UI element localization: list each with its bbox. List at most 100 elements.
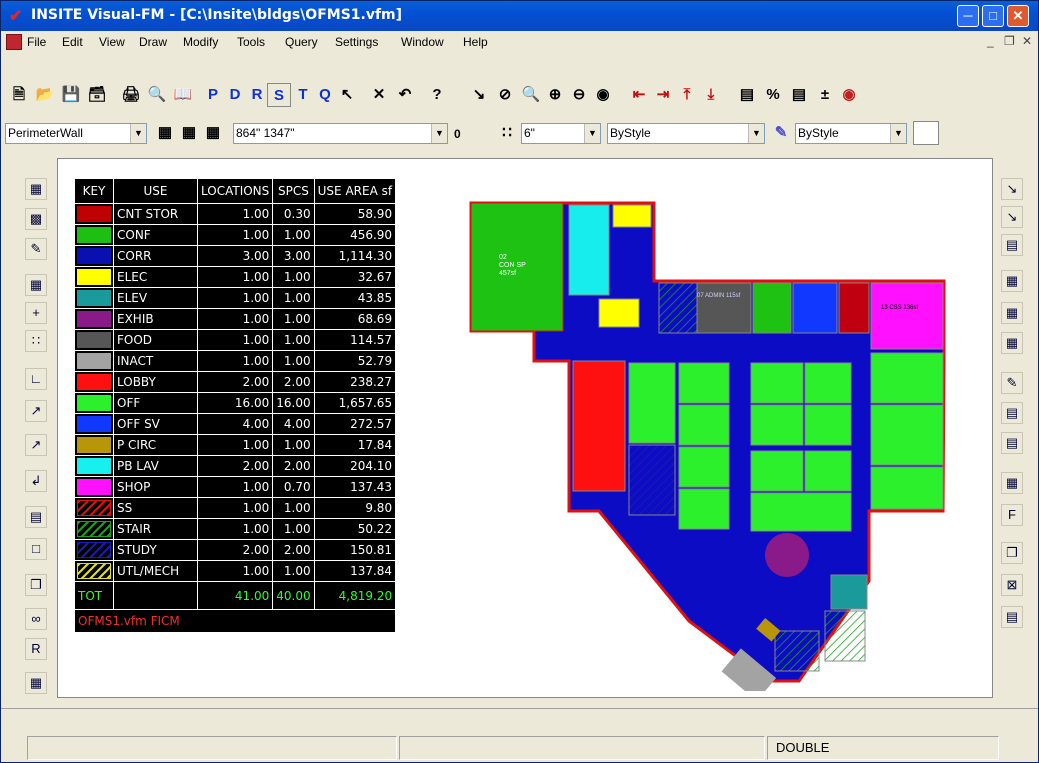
undo-icon[interactable]: ↶ <box>393 83 417 107</box>
hatch-icon[interactable]: ▤ <box>735 83 759 107</box>
room-07[interactable] <box>696 282 752 334</box>
room-08e[interactable] <box>678 446 730 488</box>
maximize-button[interactable]: □ <box>982 5 1004 27</box>
menu-tools[interactable]: Tools <box>237 35 265 49</box>
room-154[interactable] <box>870 466 944 510</box>
percent-icon[interactable]: % <box>761 83 785 107</box>
layer-select[interactable]: PerimeterWall ▼ <box>5 123 147 144</box>
zoom-icon[interactable]: 🔍 <box>519 83 543 107</box>
right-tool-11-icon[interactable]: F <box>1001 504 1023 526</box>
room-08f[interactable] <box>678 404 730 446</box>
pan-right-icon[interactable]: ⇥ <box>651 83 675 107</box>
path-tool-icon[interactable]: ↲ <box>25 470 47 492</box>
tool-r-button[interactable]: R <box>245 83 269 107</box>
zoom-window-icon[interactable]: ◉ <box>591 83 615 107</box>
right-tool-4-icon[interactable]: ▦ <box>1001 270 1023 292</box>
layer-tool-2-icon[interactable]: ▦ <box>177 121 201 145</box>
right-tool-1-icon[interactable]: ↘ <box>1001 178 1023 200</box>
room-01b[interactable] <box>628 362 676 444</box>
room-12c[interactable] <box>804 362 852 404</box>
right-tool-3-icon[interactable]: ▤ <box>1001 234 1023 256</box>
layer-tool-1-icon[interactable]: ▦ <box>153 121 177 145</box>
chart-icon[interactable]: ∟ <box>25 368 47 390</box>
right-tool-9-icon[interactable]: ▤ <box>1001 432 1023 454</box>
close-button[interactable]: ✕ <box>1007 5 1029 27</box>
tool-p-button[interactable]: P <box>201 83 225 107</box>
link-icon[interactable]: ∞ <box>25 608 47 630</box>
save-icon[interactable]: 💾 <box>59 83 83 107</box>
room-elev[interactable] <box>830 574 868 610</box>
pan-up-icon[interactable]: ⤒ <box>675 83 699 107</box>
grid-dots-icon[interactable]: ∷ <box>25 330 47 352</box>
print-preview-icon[interactable]: 🔍 <box>145 83 169 107</box>
menu-draw[interactable]: Draw <box>139 35 167 49</box>
right-tool-7-icon[interactable]: ✎ <box>1001 372 1023 394</box>
zoom-out-icon[interactable]: ⊖ <box>567 83 591 107</box>
print-icon[interactable]: 🖨 <box>119 83 143 107</box>
menu-file[interactable]: File <box>27 35 46 49</box>
chevron-down-icon[interactable]: ▼ <box>748 124 764 143</box>
room-12b[interactable] <box>750 362 804 404</box>
floor-plan[interactable]: 02 CON SP 457sf 07 ADMIN 115sf 13 CSS 13… <box>469 201 989 691</box>
book-icon[interactable]: 📖 <box>171 83 195 107</box>
room-09[interactable] <box>752 282 792 334</box>
menu-settings[interactable]: Settings <box>335 35 378 49</box>
room-15[interactable] <box>750 492 852 532</box>
room-lobby[interactable] <box>572 360 626 492</box>
tool-q-button[interactable]: Q <box>313 83 337 107</box>
room-12e[interactable] <box>804 404 852 446</box>
pointer-icon[interactable]: ↖ <box>335 83 359 107</box>
chevron-down-icon[interactable]: ▼ <box>890 124 906 143</box>
mdi-close-icon[interactable]: ✕ <box>1022 34 1032 48</box>
save-all-icon[interactable]: 🗃 <box>85 83 109 107</box>
new-icon[interactable]: 🗎 <box>7 83 31 107</box>
room-14b[interactable] <box>750 450 804 492</box>
color-swatch[interactable] <box>913 121 939 145</box>
line-tool-2-icon[interactable]: ↗ <box>25 434 47 456</box>
minimize-button[interactable]: ─ <box>957 5 979 27</box>
color-select[interactable]: ByStyle ▼ <box>795 123 907 144</box>
color-tool-icon[interactable]: ✎ <box>769 121 793 145</box>
room-study[interactable] <box>628 444 676 516</box>
menu-help[interactable]: Help <box>463 35 488 49</box>
crosshair-icon[interactable]: + <box>25 302 47 324</box>
room-08a[interactable] <box>678 362 730 404</box>
spacing-select[interactable]: 6" ▼ <box>521 123 601 144</box>
calculator-icon[interactable]: ▦ <box>25 672 47 694</box>
room-15c[interactable] <box>774 630 820 672</box>
chevron-down-icon[interactable]: ▼ <box>584 124 600 143</box>
delete-icon[interactable]: ✕ <box>367 83 391 107</box>
mdi-minimize-icon[interactable]: _ <box>987 34 994 48</box>
zoom-in-icon[interactable]: ⊕ <box>543 83 567 107</box>
pan-down-icon[interactable]: ⤓ <box>699 83 723 107</box>
clipboard-icon[interactable]: ▤ <box>25 506 47 528</box>
tool-t-button[interactable]: T <box>291 83 315 107</box>
right-tool-2-icon[interactable]: ↘ <box>1001 206 1023 228</box>
copy-icon[interactable]: ❐ <box>25 574 47 596</box>
linestyle-select[interactable]: ByStyle ▼ <box>607 123 765 144</box>
color-wheel-icon[interactable]: ◉ <box>837 83 861 107</box>
document-icon[interactable] <box>6 34 22 50</box>
room-elec[interactable] <box>612 204 652 228</box>
coords-select[interactable]: 864" 1347" ▼ <box>233 123 448 144</box>
mdi-restore-icon[interactable]: ❐ <box>1004 34 1015 48</box>
circle-tool-icon[interactable]: ⊘ <box>493 83 517 107</box>
frame-icon[interactable]: □ <box>25 538 47 560</box>
menu-modify[interactable]: Modify <box>183 35 218 49</box>
room-cntstor[interactable] <box>838 282 870 334</box>
room-stair[interactable] <box>658 282 698 334</box>
right-tool-5-icon[interactable]: ▦ <box>1001 302 1023 324</box>
room-15d[interactable] <box>824 610 866 662</box>
room-14c[interactable] <box>804 450 852 492</box>
measure-icon[interactable]: ± <box>813 83 837 107</box>
tool-d-button[interactable]: D <box>223 83 247 107</box>
room-128[interactable] <box>870 404 944 466</box>
grid-icon[interactable]: ▦ <box>25 274 47 296</box>
right-tool-14-icon[interactable]: ▤ <box>1001 606 1023 628</box>
pan-left-icon[interactable]: ⇤ <box>627 83 651 107</box>
menu-query[interactable]: Query <box>285 35 318 49</box>
room-124[interactable] <box>870 352 944 404</box>
room-08d[interactable] <box>678 488 730 530</box>
paint-icon[interactable]: ✎ <box>25 238 47 260</box>
tool-s-button[interactable]: S <box>267 83 291 107</box>
